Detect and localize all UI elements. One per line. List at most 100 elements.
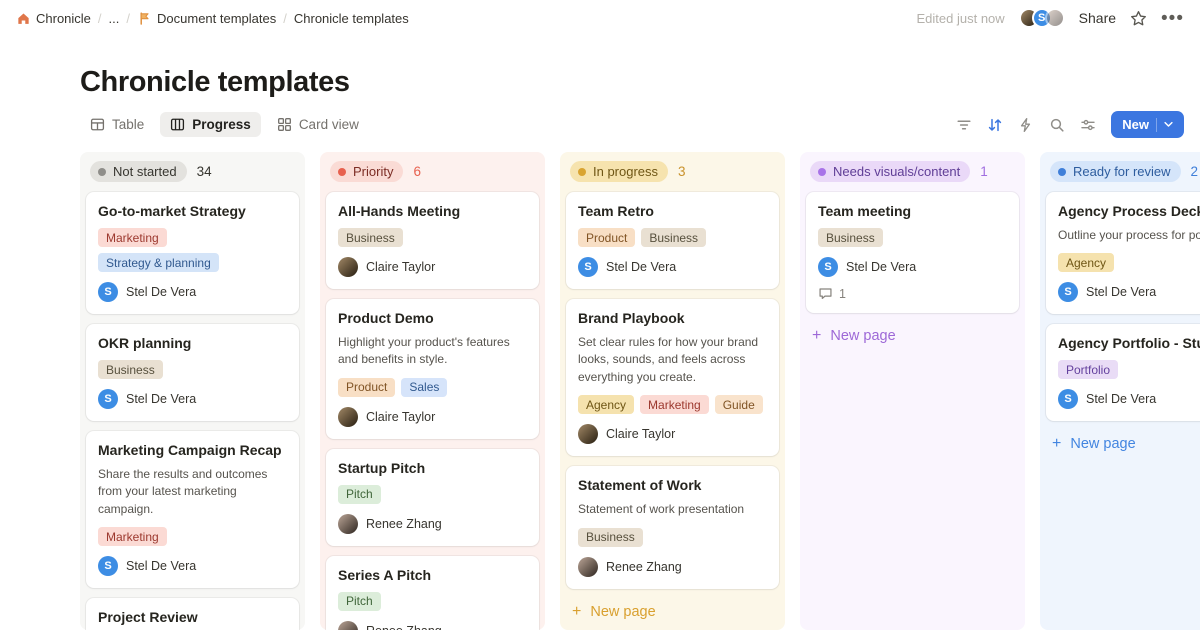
new-page-button[interactable]: +New page	[800, 319, 1025, 353]
tab-label: Table	[112, 117, 144, 132]
comment-number: 1	[839, 287, 846, 301]
new-page-button[interactable]: +New page	[1040, 427, 1200, 461]
card-marketing-campaign-recap[interactable]: Marketing Campaign RecapShare the result…	[86, 431, 299, 588]
edited-status: Edited just now	[917, 11, 1005, 26]
status-pill-needs-visuals-content[interactable]: Needs visuals/content	[810, 161, 970, 182]
column-count: 34	[197, 164, 212, 179]
share-button[interactable]: Share	[1079, 10, 1116, 26]
card-tags: Marketing	[98, 527, 287, 546]
card-title: Go-to-market Strategy	[98, 203, 287, 219]
card-assignee: SStel De Vera	[578, 257, 767, 277]
view-settings-icon[interactable]	[1080, 117, 1096, 133]
tag-agency: Agency	[578, 395, 634, 414]
status-label: Needs visuals/content	[833, 164, 960, 179]
breadcrumb-separator: /	[126, 11, 130, 26]
tab-card-view[interactable]: Card view	[267, 112, 369, 137]
view-controls: Table Progress Card view	[80, 111, 1184, 138]
avatar-stel-de-vera: S	[98, 556, 118, 576]
automation-bolt-icon[interactable]	[1018, 117, 1034, 133]
tag-product: Product	[578, 228, 635, 247]
status-pill-in-progress[interactable]: In progress	[570, 161, 668, 182]
card-okr-planning[interactable]: OKR planningBusinessSStel De Vera	[86, 324, 299, 421]
card-startup-pitch[interactable]: Startup PitchPitchRenee Zhang	[326, 449, 539, 546]
card-project-review[interactable]: Project ReviewBusinessProductSStel De Ve…	[86, 598, 299, 630]
comment-count: 1	[818, 286, 1007, 301]
new-button[interactable]: New	[1111, 111, 1184, 138]
card-tags: Business	[578, 528, 767, 547]
board-icon	[170, 117, 185, 132]
column-cards: Team meetingBusinessSStel De Vera1	[800, 187, 1025, 313]
card-agency-portfolio-studio[interactable]: Agency Portfolio - StudioPortfolioSStel …	[1046, 324, 1200, 421]
breadcrumb-label: Document templates	[157, 11, 276, 26]
new-page-label: New page	[830, 328, 895, 344]
chevron-down-icon	[1164, 121, 1173, 128]
card-team-meeting[interactable]: Team meetingBusinessSStel De Vera1	[806, 192, 1019, 313]
card-agency-process-deck[interactable]: Agency Process Deck Outline your process …	[1046, 192, 1200, 314]
column-header: In progress3	[560, 152, 785, 187]
avatar-stel-de-vera: S	[1058, 282, 1078, 302]
card-tags: Portfolio	[1058, 360, 1200, 379]
card-series-a-pitch[interactable]: Series A PitchPitchRenee Zhang	[326, 556, 539, 630]
card-title: Startup Pitch	[338, 460, 527, 476]
card-title: Product Demo	[338, 310, 527, 326]
card-assignee: SStel De Vera	[98, 282, 287, 302]
card-assignee: Renee Zhang	[338, 514, 527, 534]
status-pill-not-started[interactable]: Not started	[90, 161, 187, 182]
card-title: Agency Portfolio - Studio	[1058, 335, 1200, 351]
breadcrumb-label: ...	[109, 11, 120, 26]
card-tags: Business	[98, 360, 287, 379]
status-label: In progress	[593, 164, 658, 179]
filter-icon[interactable]	[956, 117, 972, 133]
card-all-hands-meeting[interactable]: All-Hands MeetingBusinessClaire Taylor	[326, 192, 539, 289]
card-tags: Product Business	[578, 228, 767, 247]
sort-icon[interactable]	[987, 117, 1003, 133]
status-dot-icon	[578, 168, 586, 176]
table-icon	[90, 117, 105, 132]
tab-table[interactable]: Table	[80, 112, 154, 137]
plus-icon: +	[572, 604, 581, 620]
tab-label: Progress	[192, 117, 251, 132]
card-assignee: Renee Zhang	[578, 557, 767, 577]
new-button-label: New	[1122, 117, 1149, 132]
breadcrumb-chronicle[interactable]: Chronicle	[16, 11, 91, 26]
card-title: Agency Process Deck	[1058, 203, 1200, 219]
search-icon[interactable]	[1049, 117, 1065, 133]
breadcrumb-document-templates[interactable]: Document templates	[137, 11, 276, 26]
collaborator-avatars: S	[1019, 8, 1065, 28]
column-cards: All-Hands MeetingBusinessClaire Taylor Pr…	[320, 187, 545, 630]
avatar-renee-zhang[interactable]	[1045, 8, 1065, 28]
avatar-stel-de-vera: S	[1058, 389, 1078, 409]
column-header: Not started 34	[80, 152, 305, 187]
new-page-button[interactable]: +New page	[560, 595, 785, 629]
favorite-star-icon[interactable]	[1130, 10, 1147, 27]
board-column-ready-for-review: Ready for review2Agency Process DeckOutl…	[1040, 152, 1200, 630]
tag-business: Business	[641, 228, 706, 247]
breadcrumb-collapsed[interactable]: ...	[109, 11, 120, 26]
card-description: Outline your process for potenti	[1058, 227, 1200, 244]
assignee-name: Renee Zhang	[366, 517, 442, 531]
card-product-demo[interactable]: Product DemoHighlight your product's fea…	[326, 299, 539, 439]
status-dot-icon	[98, 168, 106, 176]
card-team-retro[interactable]: Team RetroProductBusinessSStel De Vera	[566, 192, 779, 289]
card-brand-playbook[interactable]: Brand PlaybookSet clear rules for how yo…	[566, 299, 779, 456]
card-tags: MarketingStrategy & planning	[98, 228, 287, 272]
breadcrumb-chronicle-templates[interactable]: Chronicle templates	[294, 11, 409, 26]
tab-progress[interactable]: Progress	[160, 112, 261, 137]
column-count: 1	[980, 164, 988, 179]
avatar-claire-taylor	[338, 257, 358, 277]
tag-sales: Sales	[401, 378, 447, 397]
tag-business: Business	[818, 228, 883, 247]
tag-strategy-planning: Strategy & planning	[98, 253, 219, 272]
card-statement-of-work[interactable]: Statement of WorkStatement of work prese…	[566, 466, 779, 588]
more-options-icon[interactable]: •••	[1161, 9, 1184, 28]
assignee-name: Claire Taylor	[606, 427, 675, 441]
breadcrumb: Chronicle / ... / Document templates / C…	[16, 11, 409, 26]
column-cards: Team RetroProductBusinessSStel De VeraBr…	[560, 187, 785, 589]
status-pill-priority[interactable]: Priority	[330, 161, 403, 182]
status-pill-ready-for-review[interactable]: Ready for review	[1050, 161, 1181, 182]
breadcrumb-separator: /	[98, 11, 102, 26]
card-go-to-market-strategy[interactable]: Go-to-market Strategy MarketingStrategy &…	[86, 192, 299, 314]
card-tags: Business	[818, 228, 1007, 247]
avatar-stel-de-vera: S	[818, 257, 838, 277]
assignee-name: Renee Zhang	[606, 560, 682, 574]
